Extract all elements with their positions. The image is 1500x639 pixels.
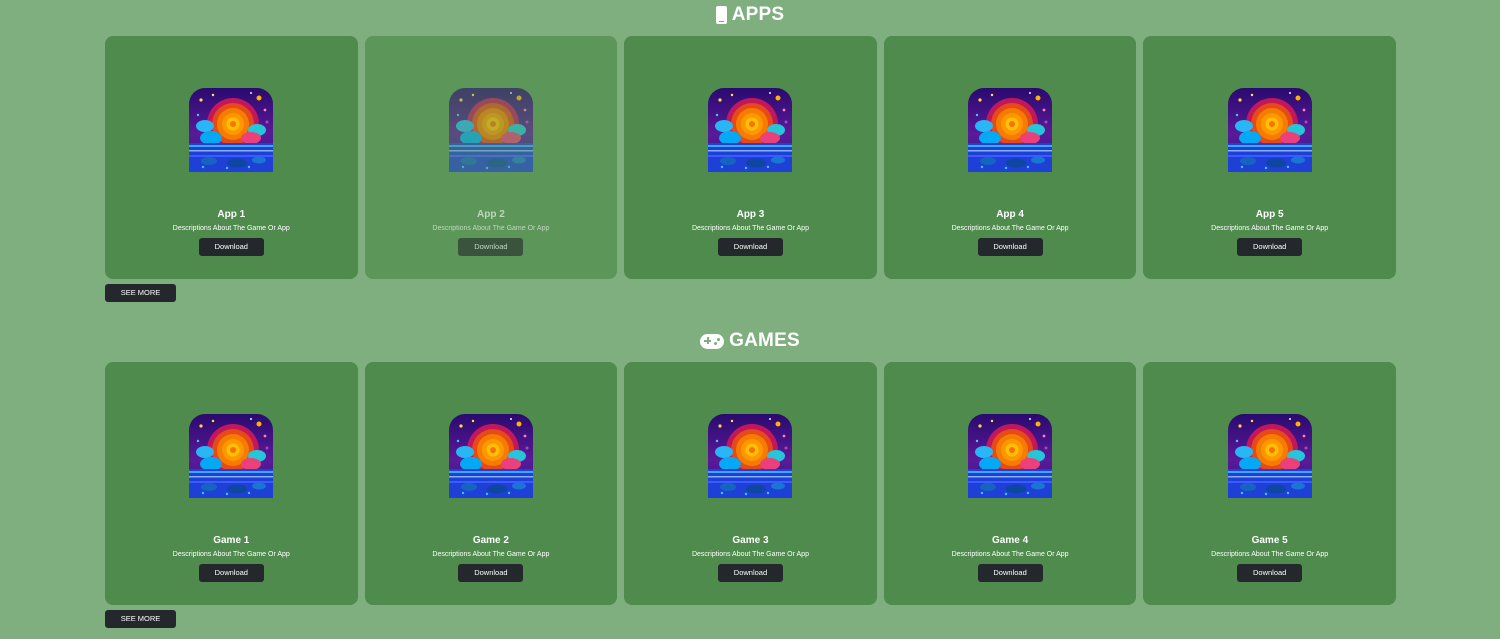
apps-heading: APPS [0,3,1500,27]
card-title: App 1 [217,209,246,220]
game-image-icon [449,414,533,498]
card-description: Descriptions About The Game Or App [1211,225,1329,232]
card-title: Game 1 [213,535,250,546]
game-card[interactable]: Game 1 Descriptions About The Game Or Ap… [105,362,358,605]
download-button[interactable]: Download [1237,238,1303,256]
card-title: Game 5 [1251,535,1288,546]
games-see-more-button[interactable]: SEE MORE [105,610,176,628]
games-title: GAMES [729,330,800,351]
app-card[interactable]: App 4 Descriptions About The Game Or App… [883,36,1137,279]
card-title: App 3 [736,209,765,220]
card-title: Game 3 [732,535,769,546]
game-card[interactable]: Game 2 Descriptions About The Game Or Ap… [364,362,618,605]
card-title: App 5 [1255,209,1284,220]
card-description: Descriptions About The Game Or App [432,551,550,558]
app-image-icon [968,88,1052,172]
download-button[interactable]: Download [1237,564,1303,582]
app-image-icon [708,88,792,172]
game-card[interactable]: Game 3 Descriptions About The Game Or Ap… [624,362,877,605]
card-description: Descriptions About The Game Or App [172,225,290,232]
game-image-icon [189,414,273,498]
card-title: Game 2 [472,535,509,546]
app-card[interactable]: App 5 Descriptions About The Game Or App… [1143,36,1396,279]
card-title: App 2 [477,209,505,220]
download-button[interactable]: Download [198,564,264,582]
app-image-icon [189,88,273,172]
phone-icon [715,6,727,24]
download-button[interactable]: Download [977,564,1043,582]
download-button[interactable]: Download [198,238,264,256]
card-description: Descriptions About The Game Or App [432,225,550,232]
download-button[interactable]: Download [458,564,524,582]
download-button[interactable]: Download [717,238,783,256]
game-image-icon [1228,414,1312,498]
gamepad-icon [700,333,725,349]
apps-title: APPS [731,4,785,25]
apps-see-more-button[interactable]: SEE MORE [105,284,176,302]
games-card-list: Game 1 Descriptions About The Game Or Ap… [105,362,1396,605]
download-button[interactable]: Download [977,238,1043,256]
card-description: Descriptions About The Game Or App [691,551,809,558]
game-card[interactable]: Game 4 Descriptions About The Game Or Ap… [883,362,1137,605]
game-image-icon [708,414,792,498]
card-title: App 4 [996,209,1024,220]
app-card[interactable]: App 3 Descriptions About The Game Or App… [624,36,877,279]
games-heading: GAMES [0,329,1500,353]
app-card[interactable]: App 1 Descriptions About The Game Or App… [105,36,358,279]
card-description: Descriptions About The Game Or App [691,225,809,232]
download-button[interactable]: Download [458,238,524,256]
app-image-icon [1228,88,1312,172]
game-card[interactable]: Game 5 Descriptions About The Game Or Ap… [1143,362,1396,605]
app-image-icon [449,88,533,172]
game-image-icon [968,414,1052,498]
app-card[interactable]: App 2 Descriptions About The Game Or App… [364,36,618,279]
card-description: Descriptions About The Game Or App [1211,551,1329,558]
download-button[interactable]: Download [717,564,783,582]
card-title: Game 4 [992,535,1029,546]
card-description: Descriptions About The Game Or App [951,225,1069,232]
card-description: Descriptions About The Game Or App [172,551,290,558]
card-description: Descriptions About The Game Or App [951,551,1069,558]
apps-card-list: App 1 Descriptions About The Game Or App… [105,36,1396,279]
